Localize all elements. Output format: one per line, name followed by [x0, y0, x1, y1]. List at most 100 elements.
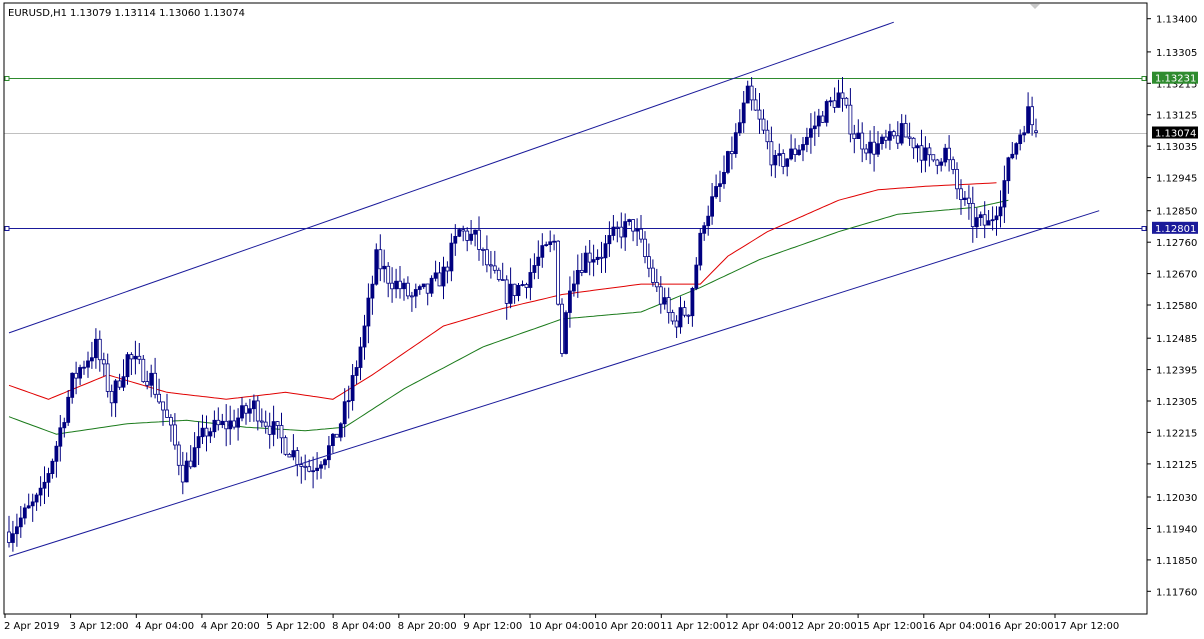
candle-body: [678, 307, 683, 328]
candle-body: [718, 183, 722, 187]
candle-body: [773, 154, 778, 166]
candle-body: [461, 229, 466, 232]
candle-body: [14, 526, 19, 535]
y-tick-label: 1.12485: [1156, 334, 1197, 345]
candle-body: [168, 416, 173, 426]
support-anchor-right: [1141, 226, 1147, 231]
candle-body: [978, 214, 983, 218]
candle-body: [876, 143, 880, 155]
candle-body: [477, 229, 481, 250]
x-tick-label: 4 Apr 04:00: [135, 621, 194, 632]
candle-body: [643, 238, 647, 257]
candle-body: [548, 241, 553, 246]
candle-body: [488, 264, 493, 267]
candle-body: [943, 147, 948, 163]
candle-body: [402, 282, 406, 290]
candle-body: [129, 354, 134, 360]
candle-body: [986, 220, 991, 226]
candle-body: [599, 256, 604, 259]
candle-body: [500, 279, 505, 281]
candle-body: [342, 401, 347, 425]
candle-body: [907, 136, 912, 139]
ohlc-label: 1.13079 1.13114 1.13060 1.13074: [70, 8, 245, 19]
candle-body: [654, 281, 659, 288]
candle-body: [176, 444, 181, 466]
candle-body: [481, 248, 485, 251]
candle-body: [137, 355, 142, 360]
candle-body: [1014, 143, 1019, 155]
candle-body: [1006, 157, 1011, 182]
candle-body: [78, 367, 82, 379]
candle-body: [484, 249, 489, 266]
candle-body: [212, 419, 217, 433]
candle-body: [911, 137, 916, 149]
candle-body: [686, 314, 691, 317]
candle-body: [18, 517, 23, 528]
candle-body: [496, 269, 501, 280]
candle-body: [982, 214, 987, 226]
candle-body: [714, 186, 718, 198]
candle-body: [820, 115, 825, 123]
candle-body: [291, 450, 296, 458]
candle-body: [433, 272, 438, 279]
candle-body: [840, 92, 845, 99]
y-tick-label: 1.12670: [1156, 270, 1197, 281]
candle-body: [710, 196, 714, 217]
x-tick-label: 17 Apr 12:00: [1054, 621, 1119, 632]
candle-body: [113, 380, 118, 404]
candle-body: [350, 375, 355, 402]
current-price-price-label: 1.13074: [1155, 129, 1196, 140]
candle-body: [315, 467, 320, 472]
candle-body: [390, 282, 395, 290]
candle-body: [70, 372, 75, 398]
candle-body: [737, 122, 742, 134]
candle-body: [963, 197, 967, 201]
candle-body: [1002, 180, 1007, 208]
candle-body: [816, 115, 821, 127]
candle-body: [200, 427, 205, 438]
candle-body: [473, 229, 478, 235]
candle-body: [797, 149, 801, 155]
candle-body: [492, 265, 497, 271]
resistance-price-label: 1.13231: [1155, 74, 1196, 85]
candle-body: [670, 312, 675, 322]
candle-body: [919, 145, 924, 161]
y-tick-label: 1.13305: [1156, 48, 1197, 59]
candle-body: [26, 505, 31, 509]
y-tick-label: 1.12305: [1156, 397, 1197, 408]
candle-body: [520, 284, 525, 286]
candle-body: [153, 372, 158, 395]
resistance-anchor-right: [1141, 76, 1147, 81]
candle-body: [698, 232, 703, 266]
candle-body: [947, 147, 951, 161]
candle-body: [449, 242, 454, 272]
candle-body: [165, 409, 169, 418]
candle-body: [888, 131, 892, 141]
candle-body: [832, 100, 837, 108]
candle-body: [552, 240, 556, 243]
price-chart[interactable]: 1.134001.133051.132151.131251.130351.129…: [0, 0, 1204, 635]
candle-body: [733, 132, 738, 154]
candle-body: [575, 269, 580, 285]
candle-body: [271, 421, 276, 435]
candle-body: [358, 346, 363, 368]
candle-body: [603, 243, 608, 259]
candle-body: [682, 307, 687, 316]
candle-body: [441, 266, 446, 287]
candle-body: [409, 295, 414, 298]
candle-body: [188, 460, 193, 468]
candle-body: [895, 135, 900, 144]
chart-window[interactable]: 1.13400 1.13305 1.13215 1.13125 1.13035 1.129…: [0, 0, 1204, 635]
x-tick-label: 11 Apr 12:00: [660, 621, 725, 632]
candle-body: [741, 102, 746, 124]
x-tick-label: 4 Apr 20:00: [201, 621, 260, 632]
candle-body: [259, 420, 264, 423]
candle-body: [263, 421, 268, 427]
candle-body: [394, 280, 399, 290]
candle-body: [445, 266, 450, 272]
candle-body: [323, 459, 327, 466]
candle-body: [94, 338, 98, 359]
x-tick-label: 8 Apr 04:00: [332, 621, 391, 632]
candle-body: [469, 233, 474, 241]
candle-body: [232, 420, 237, 428]
